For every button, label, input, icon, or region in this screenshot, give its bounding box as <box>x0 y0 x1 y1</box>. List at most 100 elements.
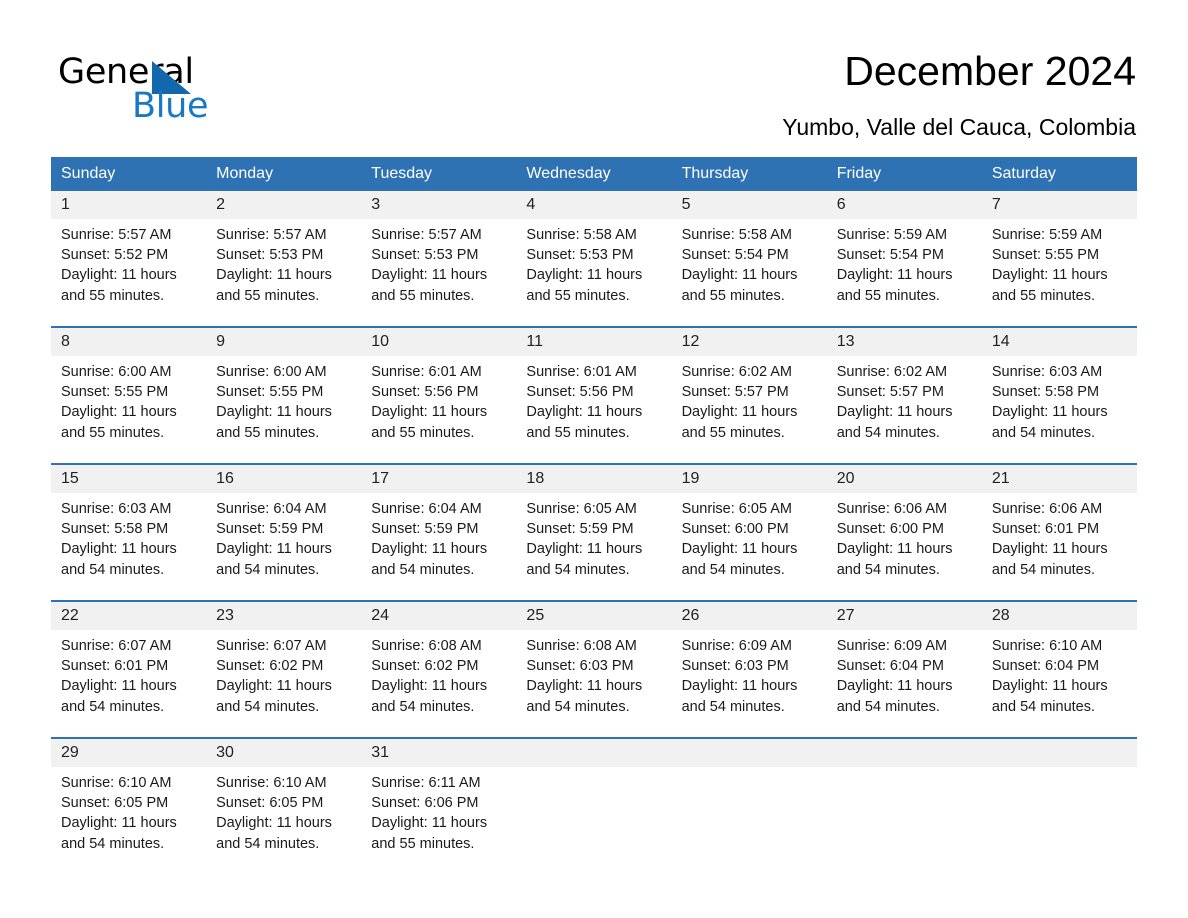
day-cell[interactable]: 21 Sunrise: 6:06 AM Sunset: 6:01 PM Dayl… <box>981 463 1137 601</box>
day-cell[interactable]: 5 Sunrise: 5:58 AM Sunset: 5:54 PM Dayli… <box>671 191 827 327</box>
sunset-text: Sunset: 6:00 PM <box>836 521 944 538</box>
daylight-text: Daylight: 11 hours and 54 minutes. <box>991 541 1108 578</box>
day-cell[interactable]: 26 Sunrise: 6:09 AM Sunset: 6:03 PM Dayl… <box>671 600 827 738</box>
sunrise-text: Sunrise: 6:04 AM <box>371 501 482 517</box>
sunrise-text: Sunrise: 6:10 AM <box>61 775 172 791</box>
day-number: 6 <box>826 191 982 219</box>
day-cell[interactable]: 25 Sunrise: 6:08 AM Sunset: 6:03 PM Dayl… <box>516 600 672 738</box>
sunrise-text: Sunrise: 5:57 AM <box>216 227 327 243</box>
sunset-text: Sunset: 6:03 PM <box>526 658 634 675</box>
day-details: Sunrise: 6:07 AM Sunset: 6:01 PM Dayligh… <box>51 630 206 717</box>
sunrise-text: Sunrise: 6:07 AM <box>216 638 327 654</box>
day-cell[interactable]: 9 Sunrise: 6:00 AM Sunset: 5:55 PM Dayli… <box>206 326 362 464</box>
day-details: Sunrise: 5:58 AM Sunset: 5:54 PM Dayligh… <box>672 219 827 306</box>
day-cell[interactable]: 20 Sunrise: 6:06 AM Sunset: 6:00 PM Dayl… <box>826 463 982 601</box>
day-cell[interactable]: 8 Sunrise: 6:00 AM Sunset: 5:55 PM Dayli… <box>51 326 207 464</box>
day-cell[interactable]: 24 Sunrise: 6:08 AM Sunset: 6:02 PM Dayl… <box>361 600 517 738</box>
day-details: Sunrise: 6:02 AM Sunset: 5:57 PM Dayligh… <box>827 356 982 443</box>
day-cell[interactable]: 28 Sunrise: 6:10 AM Sunset: 6:04 PM Dayl… <box>981 600 1137 738</box>
day-cell[interactable]: 30 Sunrise: 6:10 AM Sunset: 6:05 PM Dayl… <box>206 737 362 874</box>
day-cell[interactable]: 1 Sunrise: 5:57 AM Sunset: 5:52 PM Dayli… <box>51 191 207 327</box>
day-number: 15 <box>51 465 207 493</box>
sunrise-text: Sunrise: 6:00 AM <box>216 364 327 380</box>
sunrise-text: Sunrise: 6:09 AM <box>836 638 948 654</box>
day-cell[interactable]: 4 Sunrise: 5:58 AM Sunset: 5:53 PM Dayli… <box>516 191 672 327</box>
day-cell[interactable]: 19 Sunrise: 6:05 AM Sunset: 6:00 PM Dayl… <box>671 463 827 601</box>
day-number: 2 <box>206 191 362 219</box>
sunset-text: Sunset: 6:00 PM <box>681 521 789 538</box>
day-cell[interactable]: 3 Sunrise: 5:57 AM Sunset: 5:53 PM Dayli… <box>361 191 517 327</box>
day-details: Sunrise: 6:06 AM Sunset: 6:01 PM Dayligh… <box>982 493 1137 580</box>
sunset-text: Sunset: 6:04 PM <box>836 658 944 675</box>
sunset-text: Sunset: 5:59 PM <box>216 521 324 538</box>
day-cell[interactable]: 31 Sunrise: 6:11 AM Sunset: 6:06 PM Dayl… <box>361 737 517 874</box>
day-number: 3 <box>361 191 517 219</box>
day-details: Sunrise: 5:59 AM Sunset: 5:54 PM Dayligh… <box>827 219 982 306</box>
day-details: Sunrise: 6:07 AM Sunset: 6:02 PM Dayligh… <box>206 630 361 717</box>
calendar-table: Sunday Monday Tuesday Wednesday Thursday… <box>51 157 1137 874</box>
day-number <box>981 739 1137 767</box>
daylight-text: Daylight: 11 hours and 54 minutes. <box>371 678 488 715</box>
sunset-text: Sunset: 6:05 PM <box>61 795 169 812</box>
weekday-header-saturday: Saturday <box>981 157 1137 191</box>
day-cell[interactable]: 27 Sunrise: 6:09 AM Sunset: 6:04 PM Dayl… <box>826 600 982 738</box>
weekday-header-monday: Monday <box>206 157 362 191</box>
day-details: Sunrise: 6:04 AM Sunset: 5:59 PM Dayligh… <box>206 493 361 580</box>
day-cell[interactable]: 29 Sunrise: 6:10 AM Sunset: 6:05 PM Dayl… <box>51 737 207 874</box>
day-cell[interactable]: 7 Sunrise: 5:59 AM Sunset: 5:55 PM Dayli… <box>981 191 1137 327</box>
day-cell[interactable]: 22 Sunrise: 6:07 AM Sunset: 6:01 PM Dayl… <box>51 600 207 738</box>
sunset-text: Sunset: 6:02 PM <box>371 658 479 675</box>
day-details <box>516 767 671 773</box>
day-number: 12 <box>671 328 827 356</box>
day-cell[interactable]: 12 Sunrise: 6:02 AM Sunset: 5:57 PM Dayl… <box>671 326 827 464</box>
sunset-text: Sunset: 6:06 PM <box>371 795 479 812</box>
daylight-text: Daylight: 11 hours and 54 minutes. <box>526 678 643 715</box>
general-blue-logo[interactable]: General Blue <box>58 52 358 126</box>
day-cell[interactable]: 17 Sunrise: 6:04 AM Sunset: 5:59 PM Dayl… <box>361 463 517 601</box>
sunrise-text: Sunrise: 6:05 AM <box>526 501 637 517</box>
day-details <box>827 767 982 773</box>
sunrise-text: Sunrise: 6:02 AM <box>681 364 792 380</box>
day-cell[interactable]: 23 Sunrise: 6:07 AM Sunset: 6:02 PM Dayl… <box>206 600 362 738</box>
day-details: Sunrise: 6:05 AM Sunset: 6:00 PM Dayligh… <box>672 493 827 580</box>
day-details: Sunrise: 6:03 AM Sunset: 5:58 PM Dayligh… <box>51 493 206 580</box>
calendar-body: 1 Sunrise: 5:57 AM Sunset: 5:52 PM Dayli… <box>51 191 1137 874</box>
sunrise-text: Sunrise: 5:57 AM <box>371 227 482 243</box>
day-details <box>982 767 1137 773</box>
calendar-weekday-header: Sunday Monday Tuesday Wednesday Thursday… <box>51 157 1137 191</box>
day-cell[interactable]: 18 Sunrise: 6:05 AM Sunset: 5:59 PM Dayl… <box>516 463 672 601</box>
sunset-text: Sunset: 5:59 PM <box>371 521 479 538</box>
page-header: General Blue December 2024 Yumbo, Valle … <box>0 0 1188 150</box>
day-number: 20 <box>826 465 982 493</box>
sunrise-text: Sunrise: 6:04 AM <box>216 501 327 517</box>
sunrise-text: Sunrise: 6:10 AM <box>991 638 1103 654</box>
day-cell-empty <box>671 737 827 874</box>
day-cell[interactable]: 15 Sunrise: 6:03 AM Sunset: 5:58 PM Dayl… <box>51 463 207 601</box>
daylight-text: Daylight: 11 hours and 54 minutes. <box>216 678 332 715</box>
day-cell[interactable]: 16 Sunrise: 6:04 AM Sunset: 5:59 PM Dayl… <box>206 463 362 601</box>
day-number <box>516 739 672 767</box>
day-cell[interactable]: 6 Sunrise: 5:59 AM Sunset: 5:54 PM Dayli… <box>826 191 982 327</box>
day-cell-empty <box>981 737 1137 874</box>
sunrise-text: Sunrise: 5:59 AM <box>991 227 1103 243</box>
day-number: 19 <box>671 465 827 493</box>
day-details: Sunrise: 6:02 AM Sunset: 5:57 PM Dayligh… <box>672 356 827 443</box>
sunrise-text: Sunrise: 6:07 AM <box>61 638 172 654</box>
day-cell[interactable]: 10 Sunrise: 6:01 AM Sunset: 5:56 PM Dayl… <box>361 326 517 464</box>
daylight-text: Daylight: 11 hours and 55 minutes. <box>371 267 488 304</box>
daylight-text: Daylight: 11 hours and 55 minutes. <box>216 404 332 441</box>
day-details <box>672 767 827 773</box>
day-cell[interactable]: 13 Sunrise: 6:02 AM Sunset: 5:57 PM Dayl… <box>826 326 982 464</box>
sunset-text: Sunset: 5:58 PM <box>61 521 169 538</box>
daylight-text: Daylight: 11 hours and 54 minutes. <box>526 541 643 578</box>
day-number: 7 <box>981 191 1137 219</box>
day-cell[interactable]: 11 Sunrise: 6:01 AM Sunset: 5:56 PM Dayl… <box>516 326 672 464</box>
sunrise-text: Sunrise: 6:00 AM <box>61 364 172 380</box>
day-cell[interactable]: 2 Sunrise: 5:57 AM Sunset: 5:53 PM Dayli… <box>206 191 362 327</box>
sunrise-text: Sunrise: 5:59 AM <box>836 227 948 243</box>
day-cell[interactable]: 14 Sunrise: 6:03 AM Sunset: 5:58 PM Dayl… <box>981 326 1137 464</box>
sunset-text: Sunset: 5:54 PM <box>681 247 789 264</box>
day-number <box>826 739 982 767</box>
daylight-text: Daylight: 11 hours and 54 minutes. <box>216 815 332 852</box>
daylight-text: Daylight: 11 hours and 55 minutes. <box>371 404 488 441</box>
